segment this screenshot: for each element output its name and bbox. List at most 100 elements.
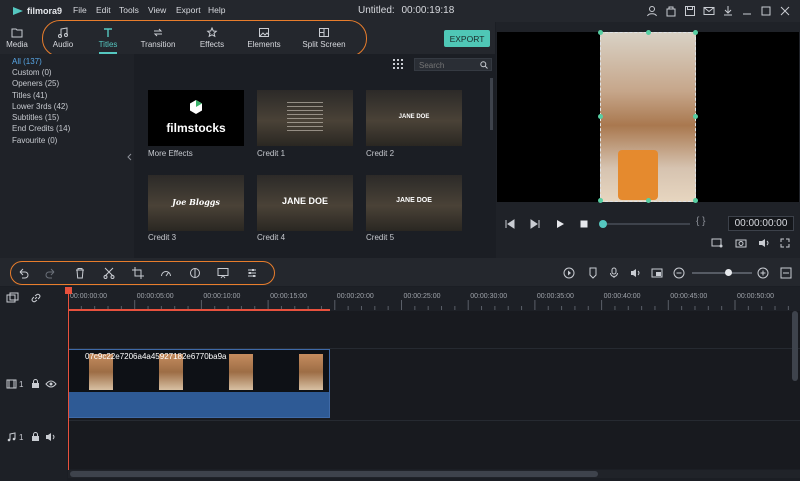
credit-text-lines xyxy=(287,102,323,132)
link-icon[interactable] xyxy=(30,292,42,304)
playback-progress-knob[interactable] xyxy=(599,220,607,228)
grid-item-label: Credit 4 xyxy=(257,233,286,242)
grid-item-label: Credit 5 xyxy=(366,233,395,242)
menu-file[interactable]: File xyxy=(73,5,87,15)
category-lower-3rds[interactable]: Lower 3rds (42) xyxy=(12,102,68,111)
voiceover-icon[interactable] xyxy=(608,267,620,279)
render-icon[interactable] xyxy=(563,267,575,279)
filmstocks-logo-icon xyxy=(190,100,202,114)
grid-item-credit-4[interactable]: JANE DOE xyxy=(257,175,353,231)
play-icon[interactable] xyxy=(555,219,565,229)
filmstocks-wordmark: filmstocks xyxy=(166,121,226,135)
store-icon[interactable] xyxy=(664,4,678,18)
category-all[interactable]: All (137) xyxy=(12,57,42,66)
window-title: Untitled: 00:00:19:18 xyxy=(358,5,454,16)
timeline-scroll-thumb[interactable] xyxy=(70,471,598,477)
resize-handle[interactable] xyxy=(598,114,603,119)
stop-icon[interactable] xyxy=(579,219,589,229)
menu-view[interactable]: View xyxy=(148,5,166,15)
category-custom[interactable]: Custom (0) xyxy=(12,68,52,77)
video-clip[interactable]: 07c9c22e7206a4a45927182e6770ba9a xyxy=(68,349,330,418)
mail-icon[interactable] xyxy=(702,4,716,18)
download-icon[interactable] xyxy=(721,4,735,18)
mark-in-out-brackets[interactable]: { } xyxy=(696,216,705,227)
search-icon[interactable] xyxy=(480,61,488,69)
credit-overlay-text: JANE DOE xyxy=(396,197,432,204)
save-icon[interactable] xyxy=(683,4,697,18)
playhead-handle[interactable] xyxy=(65,287,72,294)
clip-frame xyxy=(229,354,253,390)
resize-handle[interactable] xyxy=(598,30,603,35)
snapshot-icon[interactable] xyxy=(735,238,747,248)
resize-handle[interactable] xyxy=(693,30,698,35)
category-favourite[interactable]: Favourite (0) xyxy=(12,136,57,145)
grid-item-credit-3[interactable]: Joe Bloggs xyxy=(148,175,244,231)
zoom-out-icon[interactable] xyxy=(673,267,685,279)
ruler-tick-label: 00:00:40:00 xyxy=(603,293,641,300)
eye-icon[interactable] xyxy=(45,379,57,389)
grid-scrollbar[interactable] xyxy=(490,78,493,130)
grid-item-credit-1[interactable] xyxy=(257,90,353,146)
grid-view-icon[interactable] xyxy=(393,59,403,69)
menu-export[interactable]: Export xyxy=(176,5,201,15)
grid-item-more-effects[interactable]: filmstocks xyxy=(148,90,244,146)
step-back-icon[interactable] xyxy=(505,219,515,229)
menu-edit[interactable]: Edit xyxy=(96,5,111,15)
fullscreen-icon[interactable] xyxy=(780,238,790,248)
category-openers[interactable]: Openers (25) xyxy=(12,79,59,88)
playhead[interactable] xyxy=(68,287,69,477)
project-title: Untitled: xyxy=(358,5,395,16)
tab-media[interactable]: Media xyxy=(4,22,30,54)
category-subtitles[interactable]: Subtitles (15) xyxy=(12,113,59,122)
ruler-tick-label: 00:00:25:00 xyxy=(403,293,441,300)
export-button[interactable]: EXPORT xyxy=(444,30,490,47)
category-end-credits[interactable]: End Credits (14) xyxy=(12,124,70,133)
close-icon[interactable] xyxy=(778,4,792,18)
maximize-icon[interactable] xyxy=(759,4,773,18)
zoom-slider-track[interactable] xyxy=(692,272,752,274)
playback-progress-track[interactable] xyxy=(600,223,690,225)
volume-icon[interactable] xyxy=(758,238,770,248)
grid-item-credit-2[interactable]: JANE DOE xyxy=(366,90,462,146)
zoom-in-icon[interactable] xyxy=(757,267,769,279)
preview-video-frame[interactable] xyxy=(598,30,698,203)
highlight-oval-tabs xyxy=(42,20,367,57)
lock-icon[interactable] xyxy=(31,379,40,389)
menu-help[interactable]: Help xyxy=(208,5,225,15)
resize-handle[interactable] xyxy=(646,30,651,35)
fit-timeline-icon[interactable] xyxy=(780,267,792,279)
search-input[interactable] xyxy=(419,60,479,70)
clip-audio-waveform xyxy=(69,392,329,417)
resize-handle[interactable] xyxy=(693,114,698,119)
pip-icon[interactable] xyxy=(651,267,663,279)
tab-media-label: Media xyxy=(6,40,28,49)
marker-icon[interactable] xyxy=(587,267,599,279)
clip-frame xyxy=(299,354,323,390)
grid-item-credit-5[interactable]: JANE DOE xyxy=(366,175,462,231)
ruler-tick-label: 00:00:00:00 xyxy=(70,293,107,300)
account-icon[interactable] xyxy=(645,4,659,18)
resize-handle[interactable] xyxy=(598,198,603,203)
collapse-panel-icon[interactable] xyxy=(127,153,132,161)
lock-icon[interactable] xyxy=(31,432,40,442)
work-area-range xyxy=(68,309,330,311)
speaker-icon[interactable] xyxy=(45,432,57,442)
audio-icon[interactable] xyxy=(630,267,642,279)
resize-handle[interactable] xyxy=(693,198,698,203)
step-forward-icon[interactable] xyxy=(530,219,540,229)
zoom-slider-knob[interactable] xyxy=(725,269,732,276)
music-track-icon xyxy=(7,432,16,442)
timeline-vertical-scroll-thumb[interactable] xyxy=(792,311,798,381)
credit-overlay-text: JANE DOE xyxy=(398,114,430,120)
ruler-tick-label: 00:00:35:00 xyxy=(536,293,574,300)
add-track-icon[interactable] xyxy=(6,292,19,304)
menu-tools[interactable]: Tools xyxy=(119,5,139,15)
render-preview-icon[interactable] xyxy=(711,238,723,248)
resize-handle[interactable] xyxy=(646,198,651,203)
audio-track-number: 1 xyxy=(19,433,24,442)
credit-overlay-text: JANE DOE xyxy=(281,196,328,206)
ruler-tick-label: 00:00:45:00 xyxy=(670,293,708,300)
minimize-icon[interactable] xyxy=(740,4,754,18)
category-titles[interactable]: Titles (41) xyxy=(12,91,47,100)
grid-item-label: Credit 3 xyxy=(148,233,177,242)
